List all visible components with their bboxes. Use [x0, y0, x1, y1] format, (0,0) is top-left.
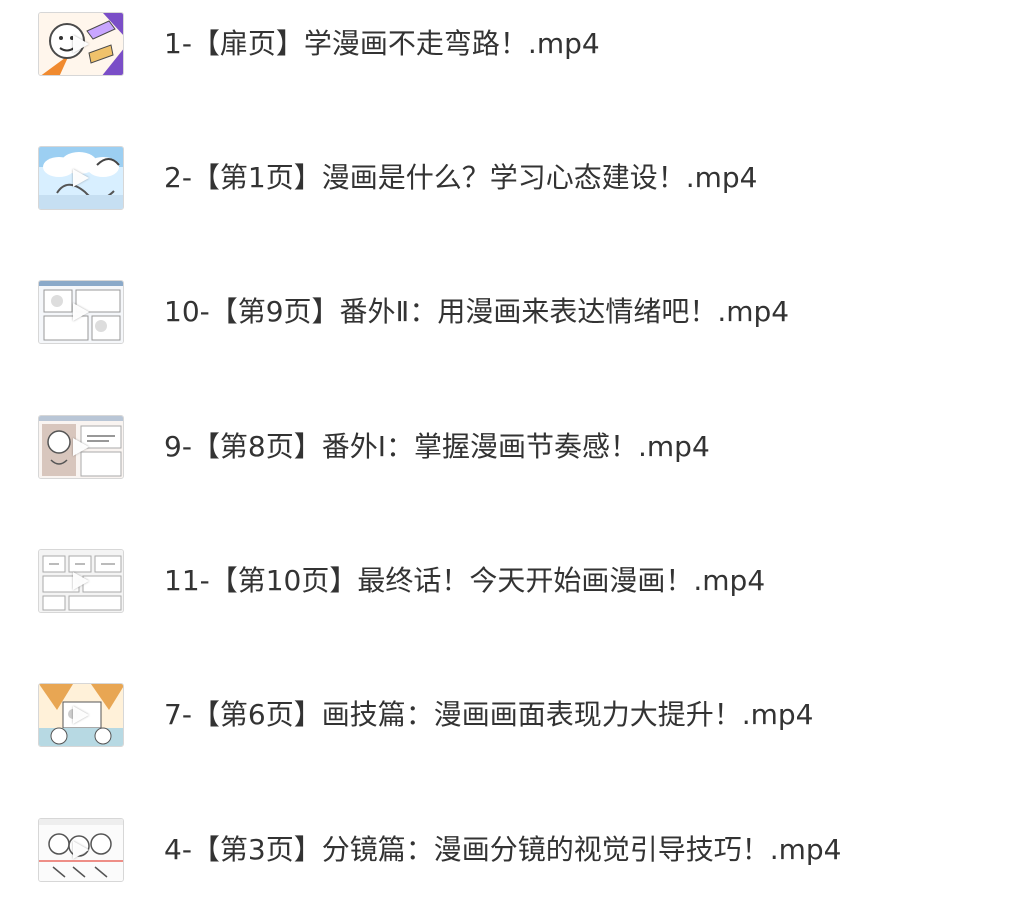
play-icon[interactable]	[73, 303, 89, 321]
play-icon[interactable]	[73, 706, 89, 724]
video-thumbnail-icon[interactable]	[38, 818, 124, 882]
play-icon[interactable]	[73, 841, 89, 859]
file-item[interactable]: 9-【第8页】番外Ⅰ：掌握漫画节奏感！.mp4	[30, 408, 990, 488]
video-thumbnail-icon[interactable]	[38, 549, 124, 613]
file-name[interactable]: 11-【第10页】最终话！今天开始画漫画！.mp4	[164, 563, 765, 599]
play-icon[interactable]	[73, 438, 89, 456]
video-thumbnail-icon[interactable]	[38, 280, 124, 344]
file-name[interactable]: 9-【第8页】番外Ⅰ：掌握漫画节奏感！.mp4	[164, 429, 710, 465]
video-thumbnail-icon[interactable]	[38, 12, 124, 76]
video-file-list: 1-【扉页】学漫画不走弯路！.mp4 2-【第1页】漫画是什么？学习心态建设！.…	[0, 0, 1035, 924]
video-thumbnail-icon[interactable]	[38, 415, 124, 479]
play-icon[interactable]	[73, 35, 89, 53]
file-item[interactable]: 1-【扉页】学漫画不走弯路！.mp4	[30, 5, 990, 85]
file-item[interactable]: 7-【第6页】画技篇：漫画画面表现力大提升！.mp4	[30, 676, 990, 756]
video-thumbnail-icon[interactable]	[38, 146, 124, 210]
video-thumbnail-icon[interactable]	[38, 683, 124, 747]
file-name[interactable]: 1-【扉页】学漫画不走弯路！.mp4	[164, 26, 600, 62]
file-item[interactable]: 11-【第10页】最终话！今天开始画漫画！.mp4	[30, 542, 990, 622]
file-name[interactable]: 4-【第3页】分镜篇：漫画分镜的视觉引导技巧！.mp4	[164, 832, 842, 868]
file-item[interactable]: 10-【第9页】番外Ⅱ：用漫画来表达情绪吧！.mp4	[30, 273, 990, 353]
play-icon[interactable]	[73, 572, 89, 590]
file-item[interactable]: 2-【第1页】漫画是什么？学习心态建设！.mp4	[30, 139, 990, 219]
file-name[interactable]: 7-【第6页】画技篇：漫画画面表现力大提升！.mp4	[164, 697, 814, 733]
file-name[interactable]: 2-【第1页】漫画是什么？学习心态建设！.mp4	[164, 160, 758, 196]
file-item[interactable]: 4-【第3页】分镜篇：漫画分镜的视觉引导技巧！.mp4	[30, 811, 990, 891]
file-name[interactable]: 10-【第9页】番外Ⅱ：用漫画来表达情绪吧！.mp4	[164, 294, 789, 330]
play-icon[interactable]	[73, 169, 89, 187]
